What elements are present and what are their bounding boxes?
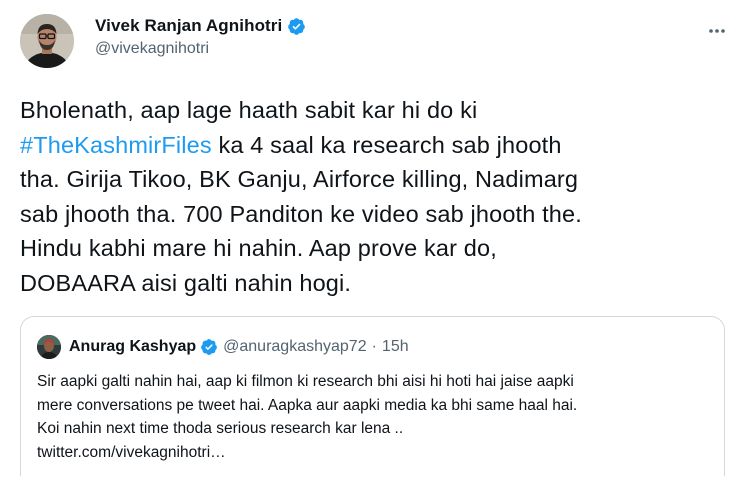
more-options-icon[interactable] [706,20,728,42]
quoted-tweet-header: Anurag Kashyap @anuragkashyap72 · 15h [37,335,409,359]
author-display-name[interactable]: Vivek Ranjan Agnihotri [95,16,282,36]
author-info: Vivek Ranjan Agnihotri @vivekagnihotri [95,14,306,58]
quoted-tweet-line: Sir aapki galti nahin hai, aap ki filmon… [37,373,574,390]
tweet-text: Bholenath, aap lage haath sabit kar hi d… [20,93,730,300]
author-handle[interactable]: @vivekagnihotri [95,40,306,58]
quoted-author-display-name: Anurag Kashyap [69,338,197,355]
separator-dot: · [371,338,377,355]
author-avatar[interactable] [20,14,74,68]
quoted-tweet-line: mere conversations pe tweet hai. Aapka a… [37,396,578,414]
quoted-tweet-line: Koi nahin next time thoda serious resear… [37,420,404,437]
verified-badge-icon [200,338,218,356]
hashtag-link[interactable]: #TheKashmirFiles [20,132,212,158]
tweet: Vivek Ranjan Agnihotri @vivekagnihotri B… [0,0,747,478]
quoted-author-handle: @anuragkashyap72 [223,338,367,355]
quoted-author-avatar [37,335,61,359]
verified-badge-icon [287,17,306,36]
tweet-text-part-1: Bholenath, aap lage haath sabit kar hi d… [20,97,478,123]
quoted-tweet[interactable]: Anurag Kashyap @anuragkashyap72 · 15h Si… [20,316,725,476]
quoted-tweet-text: Sir aapki galti nahin hai, aap ki filmon… [37,370,717,464]
quoted-tweet-link[interactable]: twitter.com/vivekagnihotri… [37,441,717,465]
quoted-tweet-time: 15h [381,338,409,355]
